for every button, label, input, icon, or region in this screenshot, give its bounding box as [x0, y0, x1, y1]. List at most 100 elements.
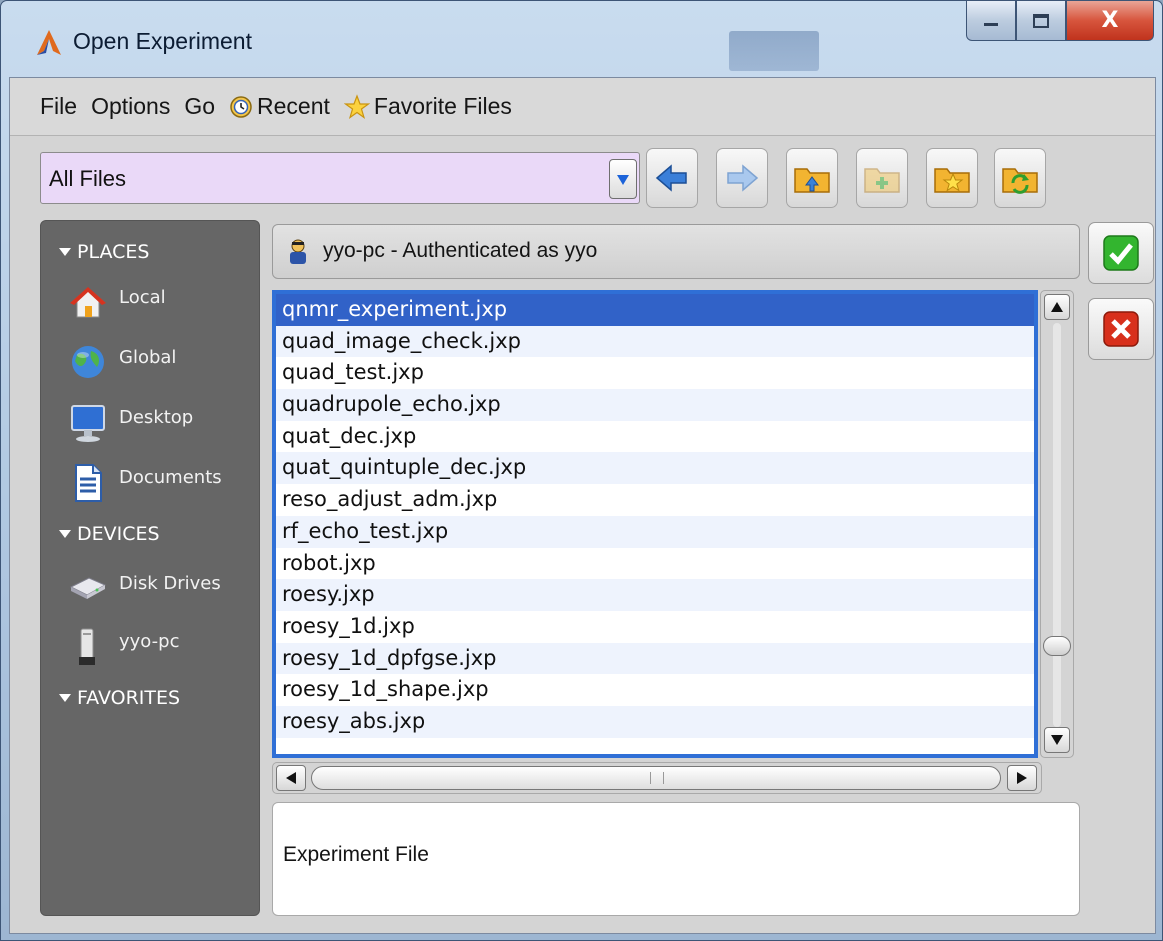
file-row[interactable]: quat_dec.jxp — [276, 421, 1034, 453]
menu-bar: File Options Go Recent Favorite Files — [10, 78, 1155, 136]
document-icon — [75, 464, 102, 502]
refresh-folder-button[interactable] — [994, 148, 1046, 208]
file-row-selected[interactable]: qnmr_experiment.jxp — [276, 294, 1034, 326]
close-icon: X — [1101, 8, 1119, 33]
places-item-label: Desktop — [119, 407, 194, 428]
minimize-icon — [984, 22, 998, 26]
file-filter-combo[interactable]: All Files — [40, 152, 640, 204]
scroll-track[interactable] — [1053, 323, 1061, 727]
arrow-down-icon — [1051, 735, 1063, 745]
scroll-right-button[interactable] — [1007, 765, 1037, 791]
collapse-triangle-icon — [59, 530, 71, 538]
file-row[interactable]: roesy.jxp — [276, 579, 1034, 611]
maximize-icon — [1033, 13, 1049, 28]
user-icon — [290, 239, 306, 264]
arrow-left-small-icon — [286, 772, 296, 784]
scroll-thumb[interactable] — [1043, 636, 1071, 656]
window-title: Open Experiment — [73, 28, 252, 54]
devices-item-yyo-pc[interactable]: yyo-pc — [53, 623, 253, 673]
favorites-heading-label: FAVORITES — [77, 687, 181, 709]
globe-icon — [72, 346, 104, 378]
file-list-horizontal-scrollbar[interactable] — [272, 762, 1042, 794]
scroll-left-button[interactable] — [276, 765, 306, 791]
forward-button[interactable] — [716, 148, 768, 208]
dialog-client: File Options Go Recent Favorite Files Al… — [9, 77, 1156, 934]
devices-heading[interactable]: DEVICES — [59, 523, 160, 545]
cancel-x-icon — [1103, 311, 1139, 347]
horizontal-scroll-thumb[interactable] — [311, 766, 1001, 790]
hard-drive-icon — [69, 577, 107, 599]
arrow-up-icon — [1051, 302, 1063, 312]
file-row[interactable]: quat_quintuple_dec.jxp — [276, 452, 1034, 485]
file-row[interactable]: quad_image_check.jxp — [276, 325, 1034, 358]
menu-options[interactable]: Options — [91, 93, 170, 120]
file-description-text: Experiment File — [283, 843, 429, 866]
folder-refresh-icon — [1002, 168, 1038, 194]
file-row[interactable]: robot.jxp — [276, 548, 1034, 580]
places-item-label: Documents — [119, 467, 222, 488]
titlebar-glass — [729, 31, 819, 71]
file-list-rows: qnmr_experiment.jxp quad_image_check.jxp q… — [276, 294, 1034, 738]
scroll-grip — [650, 772, 664, 784]
places-item-label: Local — [119, 287, 166, 308]
menu-favorite-files[interactable]: Favorite Files — [343, 93, 512, 120]
checkmark-icon — [1103, 235, 1139, 271]
file-row[interactable]: rf_echo_test.jxp — [276, 515, 1034, 548]
collapse-triangle-icon — [59, 694, 71, 702]
computer-tower-icon — [79, 628, 95, 665]
file-row[interactable]: reso_adjust_adm.jxp — [276, 484, 1034, 516]
folder-star-icon — [934, 168, 970, 193]
scroll-down-button[interactable] — [1044, 727, 1070, 753]
arrow-right-small-icon — [1017, 772, 1027, 784]
host-auth-bar: yyo-pc - Authenticated as yyo — [272, 224, 1080, 279]
up-folder-button[interactable] — [786, 148, 838, 208]
back-button[interactable] — [646, 148, 698, 208]
devices-item-label: Disk Drives — [119, 573, 221, 594]
devices-item-label: yyo-pc — [119, 631, 180, 652]
ok-button[interactable] — [1088, 222, 1154, 284]
file-row[interactable]: roesy_1d_shape.jxp — [276, 674, 1034, 706]
clock-icon — [230, 95, 252, 118]
places-heading-label: PLACES — [77, 241, 150, 263]
menu-recent[interactable]: Recent — [229, 93, 330, 120]
file-row[interactable]: roesy_abs.jxp — [276, 705, 1034, 738]
file-row[interactable]: quadrupole_echo.jxp — [276, 389, 1034, 421]
file-filter-dropdown-button[interactable] — [609, 159, 637, 199]
host-auth-text: yyo-pc - Authenticated as yyo — [323, 239, 598, 262]
file-list-vertical-scrollbar[interactable] — [1040, 290, 1074, 758]
chevron-down-icon — [617, 175, 629, 185]
open-experiment-window: Open Experiment X File Options Go Recent… — [0, 0, 1163, 941]
places-item-desktop[interactable]: Desktop — [53, 399, 253, 449]
title-bar[interactable]: Open Experiment X — [1, 1, 1162, 77]
monitor-icon — [71, 405, 105, 442]
places-item-label: Global — [119, 347, 177, 368]
file-description-box: Experiment File — [272, 802, 1080, 916]
file-filter-value: All Files — [49, 166, 127, 191]
folder-up-icon — [794, 168, 830, 193]
close-button[interactable]: X — [1066, 1, 1154, 41]
favorite-folder-button[interactable] — [926, 148, 978, 208]
places-heading[interactable]: PLACES — [59, 241, 149, 263]
scroll-up-button[interactable] — [1044, 294, 1070, 320]
places-item-global[interactable]: Global — [53, 339, 253, 389]
arrow-left-icon — [655, 164, 687, 192]
file-row[interactable]: quad_test.jxp — [276, 357, 1034, 389]
places-panel: PLACES Local Global Desktop Documents DE… — [40, 220, 260, 916]
cancel-button[interactable] — [1088, 298, 1154, 360]
file-row[interactable]: roesy_1d.jxp — [276, 611, 1034, 643]
file-list[interactable]: qnmr_experiment.jxp quad_image_check.jxp q… — [272, 290, 1038, 758]
menu-favorite-files-label: Favorite Files — [373, 93, 512, 119]
places-item-local[interactable]: Local — [53, 279, 253, 329]
devices-heading-label: DEVICES — [77, 523, 160, 545]
menu-go[interactable]: Go — [184, 93, 215, 120]
new-folder-button[interactable] — [856, 148, 908, 208]
maximize-button[interactable] — [1016, 1, 1066, 41]
app-logo-icon — [37, 30, 61, 55]
arrow-right-icon — [727, 164, 759, 192]
places-item-documents[interactable]: Documents — [53, 459, 253, 509]
devices-item-disk-drives[interactable]: Disk Drives — [53, 565, 253, 615]
minimize-button[interactable] — [966, 1, 1016, 41]
file-row[interactable]: roesy_1d_dpfgse.jxp — [276, 642, 1034, 675]
favorites-heading[interactable]: FAVORITES — [59, 687, 180, 709]
menu-file[interactable]: File — [40, 93, 77, 120]
